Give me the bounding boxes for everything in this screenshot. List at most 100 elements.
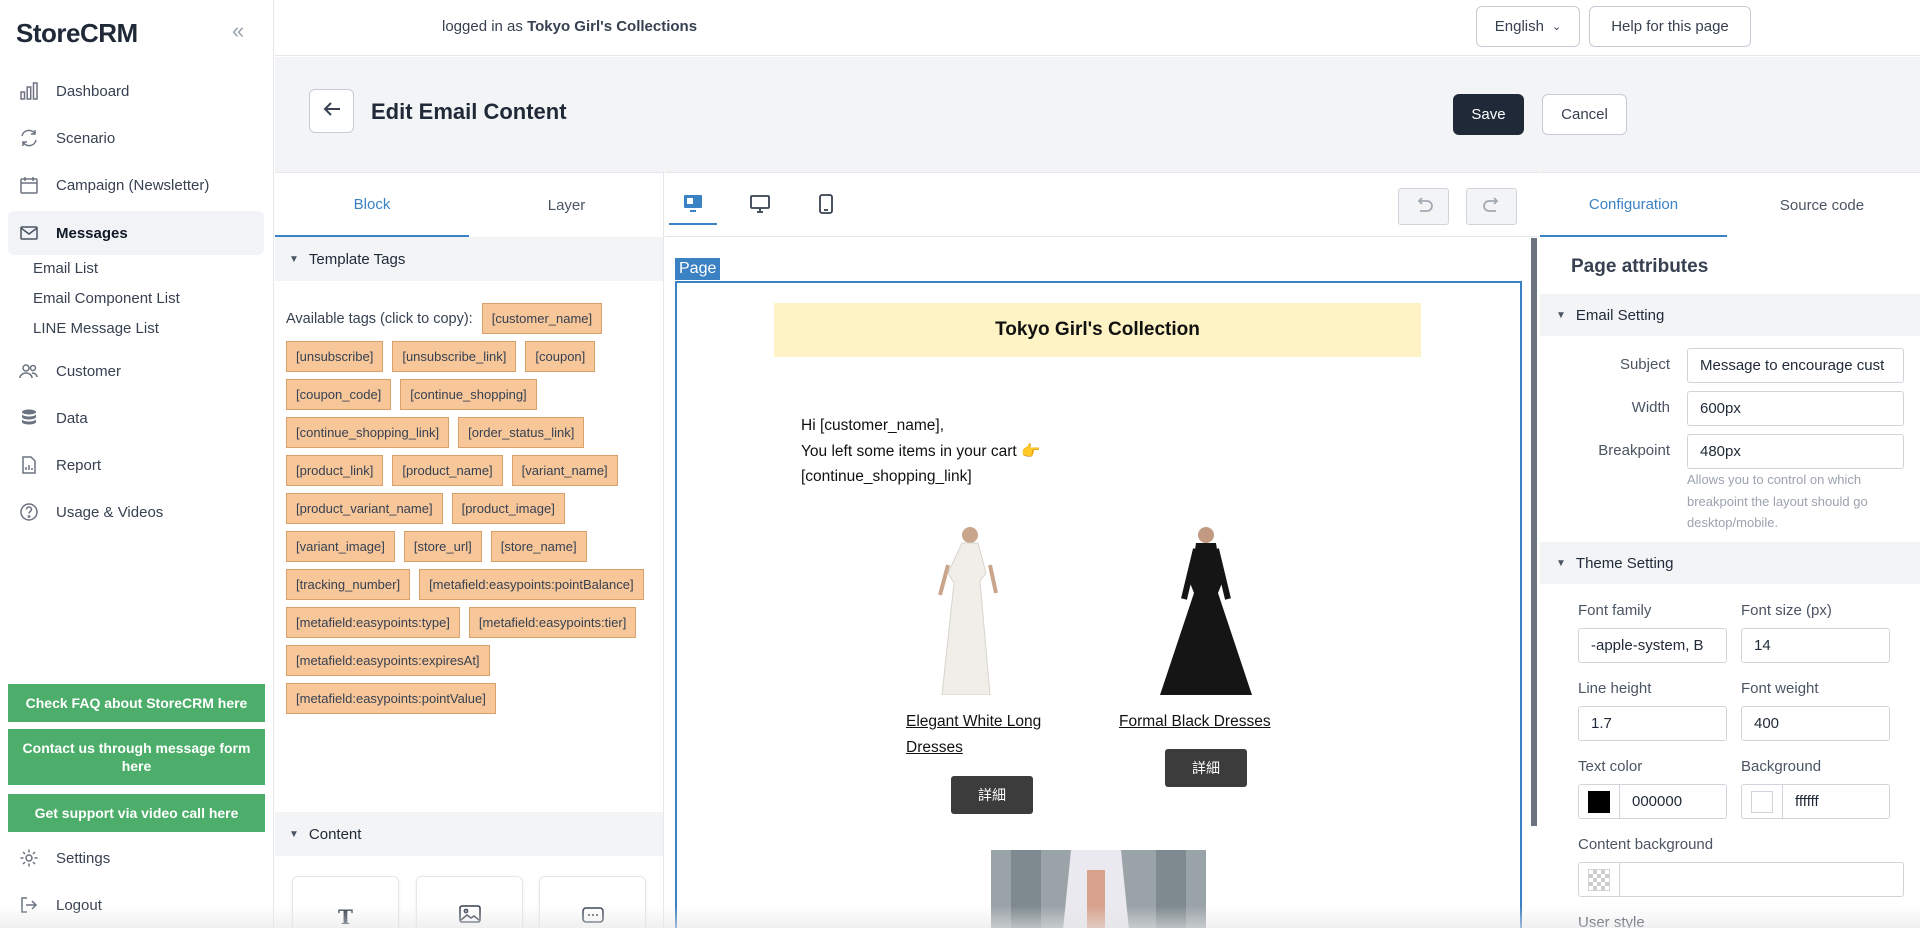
transparent-swatch-icon[interactable] (1579, 863, 1620, 896)
preview-mode-button[interactable] (669, 187, 717, 225)
sidebar-item-settings[interactable]: Settings (8, 836, 264, 880)
text-block-card[interactable]: T (292, 876, 399, 928)
template-tags-list: Available tags (click to copy): [custome… (286, 303, 656, 714)
color-swatch[interactable] (1742, 785, 1783, 818)
theme-setting-header[interactable]: ▼ Theme Setting (1540, 542, 1920, 584)
faq-button[interactable]: Check FAQ about StoreCRM here (8, 684, 265, 722)
sidebar-item-data[interactable]: Data (8, 396, 264, 440)
section-title: Theme Setting (1575, 554, 1674, 572)
line-height-input[interactable]: 1.7 (1578, 706, 1727, 741)
app-logo: StoreCRM (16, 18, 138, 48)
template-tag[interactable]: [unsubscribe] (286, 341, 384, 372)
template-tag[interactable]: [continue_shopping] (400, 379, 537, 410)
color-swatch[interactable] (1579, 785, 1620, 818)
undo-button[interactable] (1398, 188, 1449, 225)
sidebar-subitem-email-list[interactable]: Email List (33, 260, 98, 277)
tab-configuration[interactable]: Configuration (1540, 173, 1727, 237)
sidebar-item-report[interactable]: Report (8, 443, 264, 487)
sidebar-subitem-email-component-list[interactable]: Email Component List (33, 290, 180, 307)
product-image-black-dress[interactable] (1150, 525, 1262, 695)
background-color-input[interactable]: ffffff (1741, 784, 1890, 819)
sidebar-item-logout[interactable]: Logout (8, 883, 264, 927)
template-tag[interactable]: [tracking_number] (286, 569, 411, 600)
panel-title: Page attributes (1571, 256, 1709, 277)
width-input[interactable]: 600px (1687, 391, 1904, 426)
product-name-link[interactable]: Elegant White Long Dresses (906, 709, 1041, 760)
template-tag[interactable]: [metafield:easypoints:pointValue] (286, 683, 496, 714)
tab-layer[interactable]: Layer (469, 173, 663, 237)
product-image-white-dress[interactable] (934, 525, 1002, 696)
subject-input[interactable]: Message to encourage cust (1687, 348, 1904, 383)
caret-down-icon: ▼ (289, 253, 299, 265)
product-image-third[interactable] (991, 850, 1206, 928)
email-page[interactable]: Tokyo Girl's Collection Hi [customer_nam… (675, 281, 1522, 928)
top-bar: logged in as Tokyo Girl's Collections En… (275, 0, 1920, 56)
sidebar-item-usage-videos[interactable]: Usage & Videos (8, 490, 264, 534)
breakpoint-input[interactable]: 480px (1687, 434, 1904, 469)
back-button[interactable] (309, 89, 354, 133)
sidebar-subitem-line-message-list[interactable]: LINE Message List (33, 320, 159, 337)
email-banner[interactable]: Tokyo Girl's Collection (774, 303, 1421, 357)
tab-source-code[interactable]: Source code (1727, 173, 1917, 237)
content-header[interactable]: ▼ Content (275, 812, 663, 856)
product-name-line: Formal Black Dresses (1119, 713, 1271, 730)
email-body-text[interactable]: Hi [customer_name], You left some items … (801, 413, 1040, 490)
template-tag[interactable]: [product_name] (392, 455, 503, 486)
cancel-button[interactable]: Cancel (1542, 94, 1627, 135)
mobile-view-button[interactable] (802, 187, 850, 225)
save-button[interactable]: Save (1453, 94, 1524, 135)
email-setting-header[interactable]: ▼ Email Setting (1540, 294, 1920, 336)
tab-block[interactable]: Block (275, 173, 469, 237)
color-value: 000000 (1632, 793, 1683, 810)
template-tag[interactable]: [variant_image] (286, 531, 395, 562)
product-detail-button[interactable]: 詳細 (1165, 749, 1247, 787)
font-family-input[interactable]: -apple-system, B (1578, 628, 1727, 663)
template-tag[interactable]: [metafield:easypoints:pointBalance] (419, 569, 644, 600)
tags-label: Available tags (click to copy): (286, 310, 473, 327)
content-background-input[interactable] (1578, 862, 1904, 897)
template-tag[interactable]: [coupon_code] (286, 379, 392, 410)
product-name-link[interactable]: Formal Black Dresses (1119, 709, 1271, 735)
template-tag[interactable]: [metafield:easypoints:expiresAt] (286, 645, 490, 676)
redo-button[interactable] (1466, 188, 1517, 225)
video-call-button[interactable]: Get support via video call here (8, 794, 265, 832)
template-tag[interactable]: [continue_shopping_link] (286, 417, 450, 448)
template-tag[interactable]: [product_link] (286, 455, 384, 486)
template-tag[interactable]: [customer_name] (481, 303, 603, 334)
template-tag[interactable]: [store_name] (490, 531, 587, 562)
desktop-view-button[interactable] (736, 187, 784, 225)
text-color-input[interactable]: 000000 (1578, 784, 1727, 819)
product-detail-button[interactable]: 詳細 (951, 776, 1033, 814)
template-tag[interactable]: [order_status_link] (458, 417, 585, 448)
font-weight-input[interactable]: 400 (1741, 706, 1890, 741)
background-label: Background (1741, 758, 1822, 775)
sidebar-item-scenario[interactable]: Scenario (8, 116, 264, 160)
help-button[interactable]: Help for this page (1589, 6, 1751, 47)
sidebar-item-messages[interactable]: Messages (8, 211, 264, 255)
template-tag[interactable]: [product_image] (451, 493, 565, 524)
section-title: Template Tags (308, 250, 406, 268)
sidebar-item-label: Report (56, 456, 102, 474)
product-name-line: Dresses (906, 738, 963, 756)
chevron-down-icon: ⌄ (1551, 21, 1562, 33)
canvas-scrollbar[interactable] (1531, 238, 1537, 826)
sidebar-item-dashboard[interactable]: Dashboard (8, 69, 264, 113)
sidebar-item-campaign[interactable]: Campaign (Newsletter) (8, 163, 264, 207)
template-tag[interactable]: [metafield:easypoints:type] (286, 607, 460, 638)
font-size-label: Font size (px) (1741, 602, 1832, 619)
template-tag[interactable]: [coupon] (525, 341, 596, 372)
language-select[interactable]: English ⌄ (1476, 6, 1580, 47)
button-block-card[interactable] (539, 876, 646, 928)
template-tag[interactable]: [metafield:easypoints:tier] (468, 607, 637, 638)
template-tags-header[interactable]: ▼ Template Tags (275, 237, 663, 281)
template-tag[interactable]: [store_url] (403, 531, 482, 562)
template-tag[interactable]: [unsubscribe_link] (392, 341, 517, 372)
collapse-sidebar-icon[interactable]: « (232, 18, 244, 44)
template-tag[interactable]: [variant_name] (511, 455, 618, 486)
blocks-panel: Block Layer ▼ Template Tags Available ta… (275, 172, 664, 928)
sidebar-item-customer[interactable]: Customer (8, 349, 264, 393)
template-tag[interactable]: [product_variant_name] (286, 493, 443, 524)
image-block-card[interactable] (416, 876, 523, 928)
font-size-input[interactable]: 14 (1741, 628, 1890, 663)
contact-form-button[interactable]: Contact us through message form here (8, 729, 265, 785)
